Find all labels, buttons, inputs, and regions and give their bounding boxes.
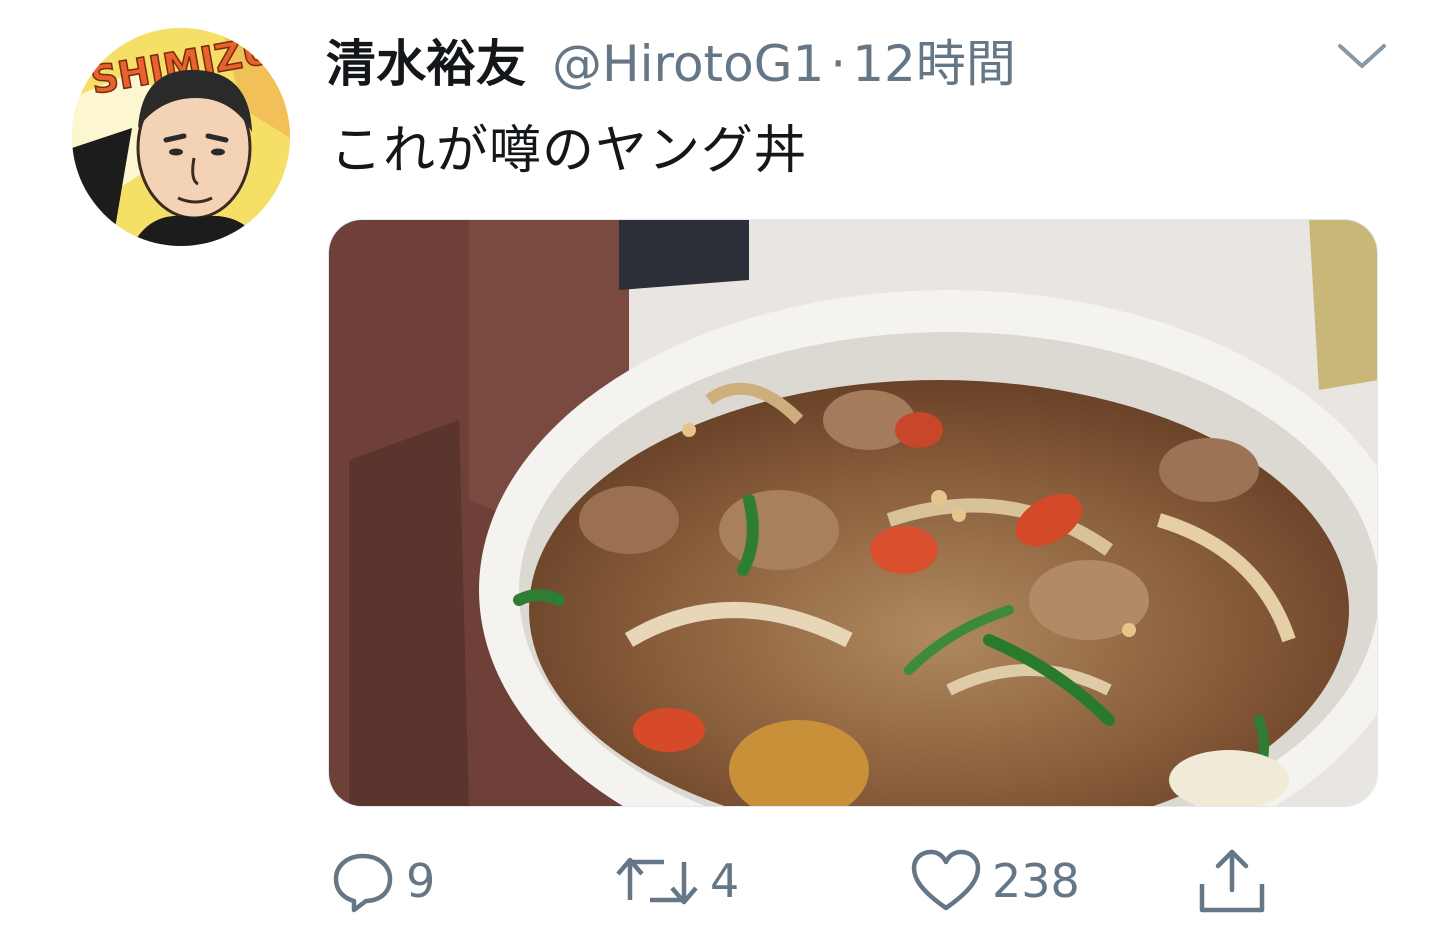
header-separator: · <box>830 35 847 93</box>
food-photo <box>329 220 1377 806</box>
retweet-icon <box>616 857 698 905</box>
retweet-count: 4 <box>710 854 740 908</box>
avatar[interactable]: SHIMIZU <box>72 28 290 246</box>
reply-icon <box>333 853 393 913</box>
share-button[interactable] <box>1194 844 1270 918</box>
author-name[interactable]: 清水裕友 <box>326 24 526 96</box>
heart-icon <box>911 849 981 911</box>
tweet-media[interactable] <box>328 219 1378 807</box>
more-options-button[interactable] <box>1334 36 1390 76</box>
reply-count: 9 <box>406 854 436 908</box>
tweet-text: これが噂のヤング丼 <box>330 121 808 181</box>
tweet-header: 清水裕友 @HirotoG1 · 12時間 <box>326 24 1016 93</box>
like-count: 238 <box>992 854 1080 908</box>
retweet-button[interactable]: 4 <box>614 844 739 918</box>
tweet: SHIMIZU 清水裕友 @HirotoG1 · 12時間 これが噂のヤング丼 <box>0 0 1448 937</box>
author-handle[interactable]: @HirotoG1 <box>552 35 824 93</box>
reply-button[interactable]: 9 <box>330 844 435 918</box>
tweet-timestamp[interactable]: 12時間 <box>852 24 1016 96</box>
like-button[interactable]: 238 <box>910 844 1080 918</box>
avatar-illustration: SHIMIZU <box>72 28 290 246</box>
share-icon <box>1199 849 1265 913</box>
chevron-down-icon <box>1338 44 1386 68</box>
